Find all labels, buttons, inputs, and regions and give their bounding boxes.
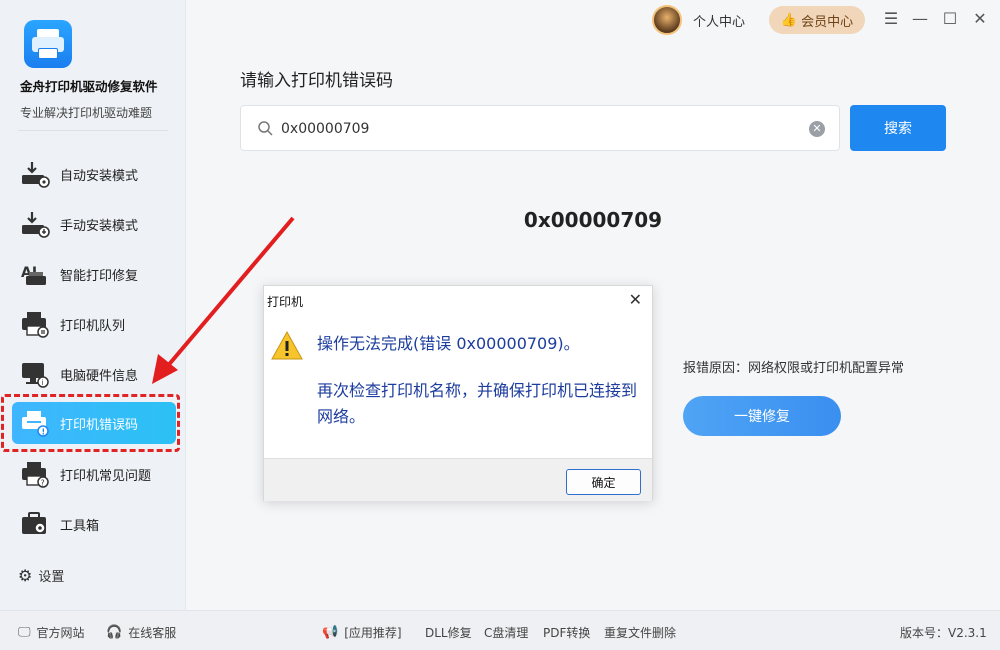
- sidebar-item-auto-install[interactable]: 自动安装模式: [12, 153, 176, 195]
- app-subtitle: 专业解决打印机驱动难题: [20, 106, 153, 120]
- dialog-title: 打印机: [267, 295, 304, 309]
- app-logo: [24, 20, 72, 68]
- footer-link-dll[interactable]: DLL修复: [425, 624, 472, 641]
- search-prompt: 请输入打印机错误码: [240, 71, 393, 91]
- dialog-footer: 确定: [264, 458, 652, 501]
- official-site-label: 官方网站: [36, 626, 85, 640]
- sidebar-item-label: 打印机常见问题: [60, 468, 152, 484]
- headset-icon: 🎧: [106, 625, 123, 640]
- highlight-box: [1, 394, 180, 452]
- clear-icon[interactable]: ✕: [809, 121, 825, 137]
- online-service-link[interactable]: 🎧 在线客服: [106, 624, 176, 641]
- settings-label: 设置: [38, 570, 65, 585]
- monitor-icon: 🖵: [18, 625, 31, 640]
- sidebar-item-printer-queue[interactable]: 打印机队列: [12, 303, 176, 345]
- sidebar-item-ai-repair[interactable]: AI 智能打印修复: [12, 253, 176, 295]
- vip-center-button[interactable]: 👍 会员中心: [769, 6, 865, 34]
- ai-repair-icon: AI: [20, 260, 50, 288]
- megaphone-icon: 📢: [322, 625, 339, 640]
- svg-text:i: i: [42, 379, 44, 387]
- sidebar-item-label: 智能打印修复: [60, 268, 139, 284]
- sidebar: 金舟打印机驱动修复软件 专业解决打印机驱动难题 自动安装模式 手动安装模式 AI…: [0, 0, 186, 610]
- sidebar-divider: [18, 130, 168, 131]
- maximize-icon[interactable]: ☐: [940, 9, 960, 28]
- version-label: 版本号：V2.3.1: [900, 626, 987, 640]
- error-dialog: 打印机 ✕ 操作无法完成(错误 0x00000709)。 再次检查打印机名称，并…: [263, 285, 653, 501]
- minimize-icon[interactable]: —: [910, 9, 930, 28]
- error-reason: 报错原因：网络权限或打印机配置异常: [683, 361, 905, 376]
- thumbs-up-icon: 👍: [780, 12, 798, 28]
- search-box: ✕: [240, 105, 840, 151]
- footer-link-duplicate[interactable]: 重复文件删除: [604, 624, 676, 641]
- settings-button[interactable]: ⚙ 设置: [18, 566, 64, 585]
- vip-label: 会员中心: [801, 14, 854, 30]
- faq-icon: ?: [20, 460, 50, 488]
- footer-link-pdf[interactable]: PDF转换: [543, 624, 590, 641]
- user-center-link[interactable]: 个人中心: [693, 11, 745, 30]
- toolbox-icon: [20, 510, 50, 538]
- gear-icon: ⚙: [18, 566, 33, 585]
- footer-link-c-drive[interactable]: C盘清理: [484, 624, 528, 641]
- sidebar-item-label: 自动安装模式: [60, 168, 139, 184]
- recommend-text: [应用推荐]: [344, 626, 402, 640]
- dialog-ok-button[interactable]: 确定: [566, 469, 641, 495]
- dialog-message-error: 操作无法完成(错误 0x00000709)。: [317, 334, 580, 353]
- printer-queue-icon: [20, 310, 50, 338]
- sidebar-item-label: 工具箱: [60, 518, 100, 534]
- online-service-label: 在线客服: [128, 626, 177, 640]
- svg-text:?: ?: [41, 479, 45, 488]
- search-button[interactable]: 搜索: [850, 105, 946, 151]
- dialog-close-icon[interactable]: ✕: [629, 290, 642, 309]
- app-title: 金舟打印机驱动修复软件: [20, 79, 158, 94]
- sidebar-item-hardware-info[interactable]: i 电脑硬件信息: [12, 353, 176, 395]
- dialog-message-hint: 再次检查打印机名称，并确保打印机已连接到网络。: [317, 381, 638, 426]
- search-input[interactable]: [281, 116, 801, 142]
- official-site-link[interactable]: 🖵 官方网站: [18, 624, 85, 641]
- auto-install-icon: [20, 160, 50, 188]
- recommend-label: 📢 [应用推荐]: [322, 624, 402, 641]
- sidebar-item-toolbox[interactable]: 工具箱: [12, 503, 176, 545]
- footer: 🖵 官方网站 🎧 在线客服 📢 [应用推荐] DLL修复 C盘清理 PDF转换 …: [0, 610, 1000, 650]
- search-icon: [258, 121, 273, 136]
- sidebar-item-label: 打印机队列: [60, 318, 126, 334]
- close-icon[interactable]: ✕: [970, 9, 990, 28]
- avatar[interactable]: [652, 5, 682, 35]
- warning-icon: [271, 330, 303, 360]
- result-code-title: 0x00000709: [523, 208, 663, 232]
- sidebar-item-label: 电脑硬件信息: [60, 368, 139, 384]
- sidebar-item-faq[interactable]: ? 打印机常见问题: [12, 453, 176, 495]
- menu-icon[interactable]: ☰: [881, 9, 901, 28]
- hardware-info-icon: i: [20, 360, 50, 388]
- one-click-fix-button[interactable]: 一键修复: [683, 396, 841, 436]
